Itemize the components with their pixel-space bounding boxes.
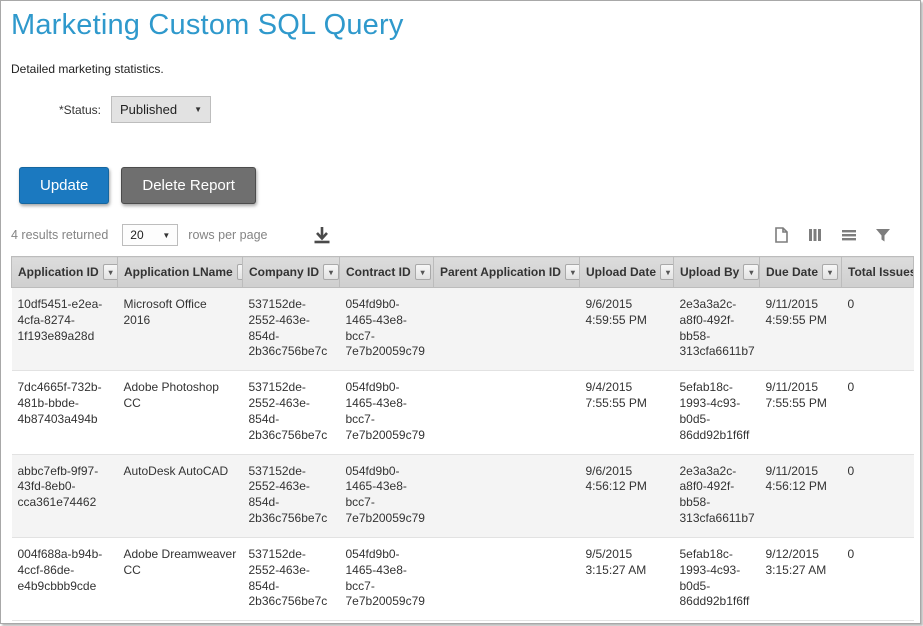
table-cell (434, 371, 580, 454)
status-label: *Status: (11, 103, 111, 117)
table-cell: 0 (842, 288, 914, 371)
column-header-due-date[interactable]: Due Date ▾ (760, 257, 842, 288)
table-cell: 9/12/2015 3:15:27 AM (760, 537, 842, 620)
table-cell: 054fd9b0-1465-43e8-bcc7-7e7b20059c79 (340, 454, 434, 537)
page-size-select[interactable]: 20 ▼ (122, 224, 178, 246)
column-filter-button[interactable]: ▾ (660, 264, 673, 280)
column-header-upload-date[interactable]: Upload Date ▾ (580, 257, 674, 288)
status-select-value: Published (120, 102, 177, 117)
column-header-label: Upload By (680, 265, 739, 279)
table-row[interactable]: abbc7efb-9f97-43fd-8eb0-cca361e74462Auto… (12, 454, 914, 537)
column-filter-button[interactable]: ▾ (323, 264, 339, 280)
table-cell: 10df5451-e2ea-4cfa-8274-1f193e89a28d (12, 288, 118, 371)
table-cell: 5efab18c-1993-4c93-b0d5-86dd92b1f6ff (674, 537, 760, 620)
table-cell (434, 454, 580, 537)
table-cell: 054fd9b0-1465-43e8-bcc7-7e7b20059c79 (340, 537, 434, 620)
filter-icon[interactable] (874, 226, 892, 244)
chevron-down-icon: ▼ (162, 231, 170, 240)
table-cell: 2e3a3a2c-a8f0-492f-bb58-313cfa6611b7 (674, 288, 760, 371)
rows-per-page-label: rows per page (188, 228, 267, 242)
table-cell: 9/11/2015 4:59:55 PM (760, 288, 842, 371)
table-body: 10df5451-e2ea-4cfa-8274-1f193e89a28dMicr… (12, 288, 914, 621)
results-table: Application ID▾Application LName▾Company… (11, 256, 914, 621)
table-row[interactable]: 10df5451-e2ea-4cfa-8274-1f193e89a28dMicr… (12, 288, 914, 371)
column-header-label: Application ID (18, 265, 99, 279)
page-size-value: 20 (130, 228, 143, 242)
table-cell: Adobe Dreamweaver CC (118, 537, 243, 620)
table-cell: 9/11/2015 7:55:55 PM (760, 371, 842, 454)
delete-report-button[interactable]: Delete Report (121, 167, 256, 204)
column-header-label: Upload Date (586, 265, 656, 279)
column-filter-button[interactable]: ▾ (237, 264, 243, 280)
header-row: Application ID▾Application LName▾Company… (12, 257, 914, 288)
status-field: *Status: Published ▼ (11, 96, 910, 123)
report-page: Marketing Custom SQL Query Detailed mark… (0, 0, 921, 624)
page-title: Marketing Custom SQL Query (11, 9, 910, 42)
column-header-label: Contract ID (346, 265, 411, 279)
page-subtitle: Detailed marketing statistics. (11, 62, 910, 76)
table-cell: 054fd9b0-1465-43e8-bcc7-7e7b20059c79 (340, 371, 434, 454)
table-cell: 9/5/2015 3:15:27 AM (580, 537, 674, 620)
table-cell: 2e3a3a2c-a8f0-492f-bb58-313cfa6611b7 (674, 454, 760, 537)
column-header-application-lname[interactable]: Application LName ▾ (118, 257, 243, 288)
table-cell: 054fd9b0-1465-43e8-bcc7-7e7b20059c79 (340, 288, 434, 371)
table-cell: 537152de-2552-463e-854d-2b36c756be7c (243, 537, 340, 620)
column-header-upload-by[interactable]: Upload By ▾ (674, 257, 760, 288)
column-filter-button[interactable]: ▾ (822, 264, 838, 280)
action-buttons: Update Delete Report (11, 167, 910, 204)
column-filter-button[interactable]: ▾ (743, 264, 759, 280)
column-filter-button[interactable]: ▾ (565, 264, 580, 280)
menu-icon[interactable] (840, 226, 858, 244)
table-cell: 537152de-2552-463e-854d-2b36c756be7c (243, 454, 340, 537)
update-button[interactable]: Update (19, 167, 109, 204)
column-header-label: Parent Application ID (440, 265, 561, 279)
table-cell: 5efab18c-1993-4c93-b0d5-86dd92b1f6ff (674, 371, 760, 454)
table-cell: 537152de-2552-463e-854d-2b36c756be7c (243, 288, 340, 371)
column-header-parent-application-id[interactable]: Parent Application ID ▾ (434, 257, 580, 288)
table-cell: 9/11/2015 4:56:12 PM (760, 454, 842, 537)
column-filter-button[interactable]: ▾ (415, 264, 431, 280)
column-header-company-id[interactable]: Company ID ▾ (243, 257, 340, 288)
table-cell: 537152de-2552-463e-854d-2b36c756be7c (243, 371, 340, 454)
table-cell: 9/4/2015 7:55:55 PM (580, 371, 674, 454)
export-icon[interactable] (772, 226, 790, 244)
table-cell: 0 (842, 537, 914, 620)
table-cell (434, 537, 580, 620)
column-header-label: Application LName (124, 265, 233, 279)
column-header-contract-id[interactable]: Contract ID ▾ (340, 257, 434, 288)
table-cell (434, 288, 580, 371)
table-cell: 0 (842, 371, 914, 454)
table-cell: 9/6/2015 4:59:55 PM (580, 288, 674, 371)
column-header-total-issues[interactable]: Total Issues▾ (842, 257, 914, 288)
table-cell: 9/6/2015 4:56:12 PM (580, 454, 674, 537)
table-cell: abbc7efb-9f97-43fd-8eb0-cca361e74462 (12, 454, 118, 537)
table-row[interactable]: 7dc4665f-732b-481b-bbde-4b87403a494bAdob… (12, 371, 914, 454)
column-chooser-icon[interactable] (806, 226, 824, 244)
status-select[interactable]: Published ▼ (111, 96, 211, 123)
results-count: 4 results returned (11, 228, 108, 242)
download-icon[interactable] (312, 226, 332, 244)
grid-toolbar: 4 results returned 20 ▼ rows per page (11, 224, 910, 246)
table-cell: 7dc4665f-732b-481b-bbde-4b87403a494b (12, 371, 118, 454)
column-header-label: Due Date (766, 265, 818, 279)
table-cell: 0 (842, 454, 914, 537)
column-header-label: Company ID (249, 265, 319, 279)
table-row[interactable]: 004f688a-b94b-4ccf-86de-e4b9cbbb9cdeAdob… (12, 537, 914, 620)
table-cell: Microsoft Office 2016 (118, 288, 243, 371)
table-cell: Adobe Photoshop CC (118, 371, 243, 454)
column-header-label: Total Issues (848, 265, 914, 279)
column-header-application-id[interactable]: Application ID ▾ (12, 257, 118, 288)
table-cell: 004f688a-b94b-4ccf-86de-e4b9cbbb9cde (12, 537, 118, 620)
grid-toolbar-icons (772, 226, 910, 244)
chevron-down-icon: ▼ (194, 105, 202, 114)
table-cell: AutoDesk AutoCAD (118, 454, 243, 537)
column-filter-button[interactable]: ▾ (103, 264, 118, 280)
